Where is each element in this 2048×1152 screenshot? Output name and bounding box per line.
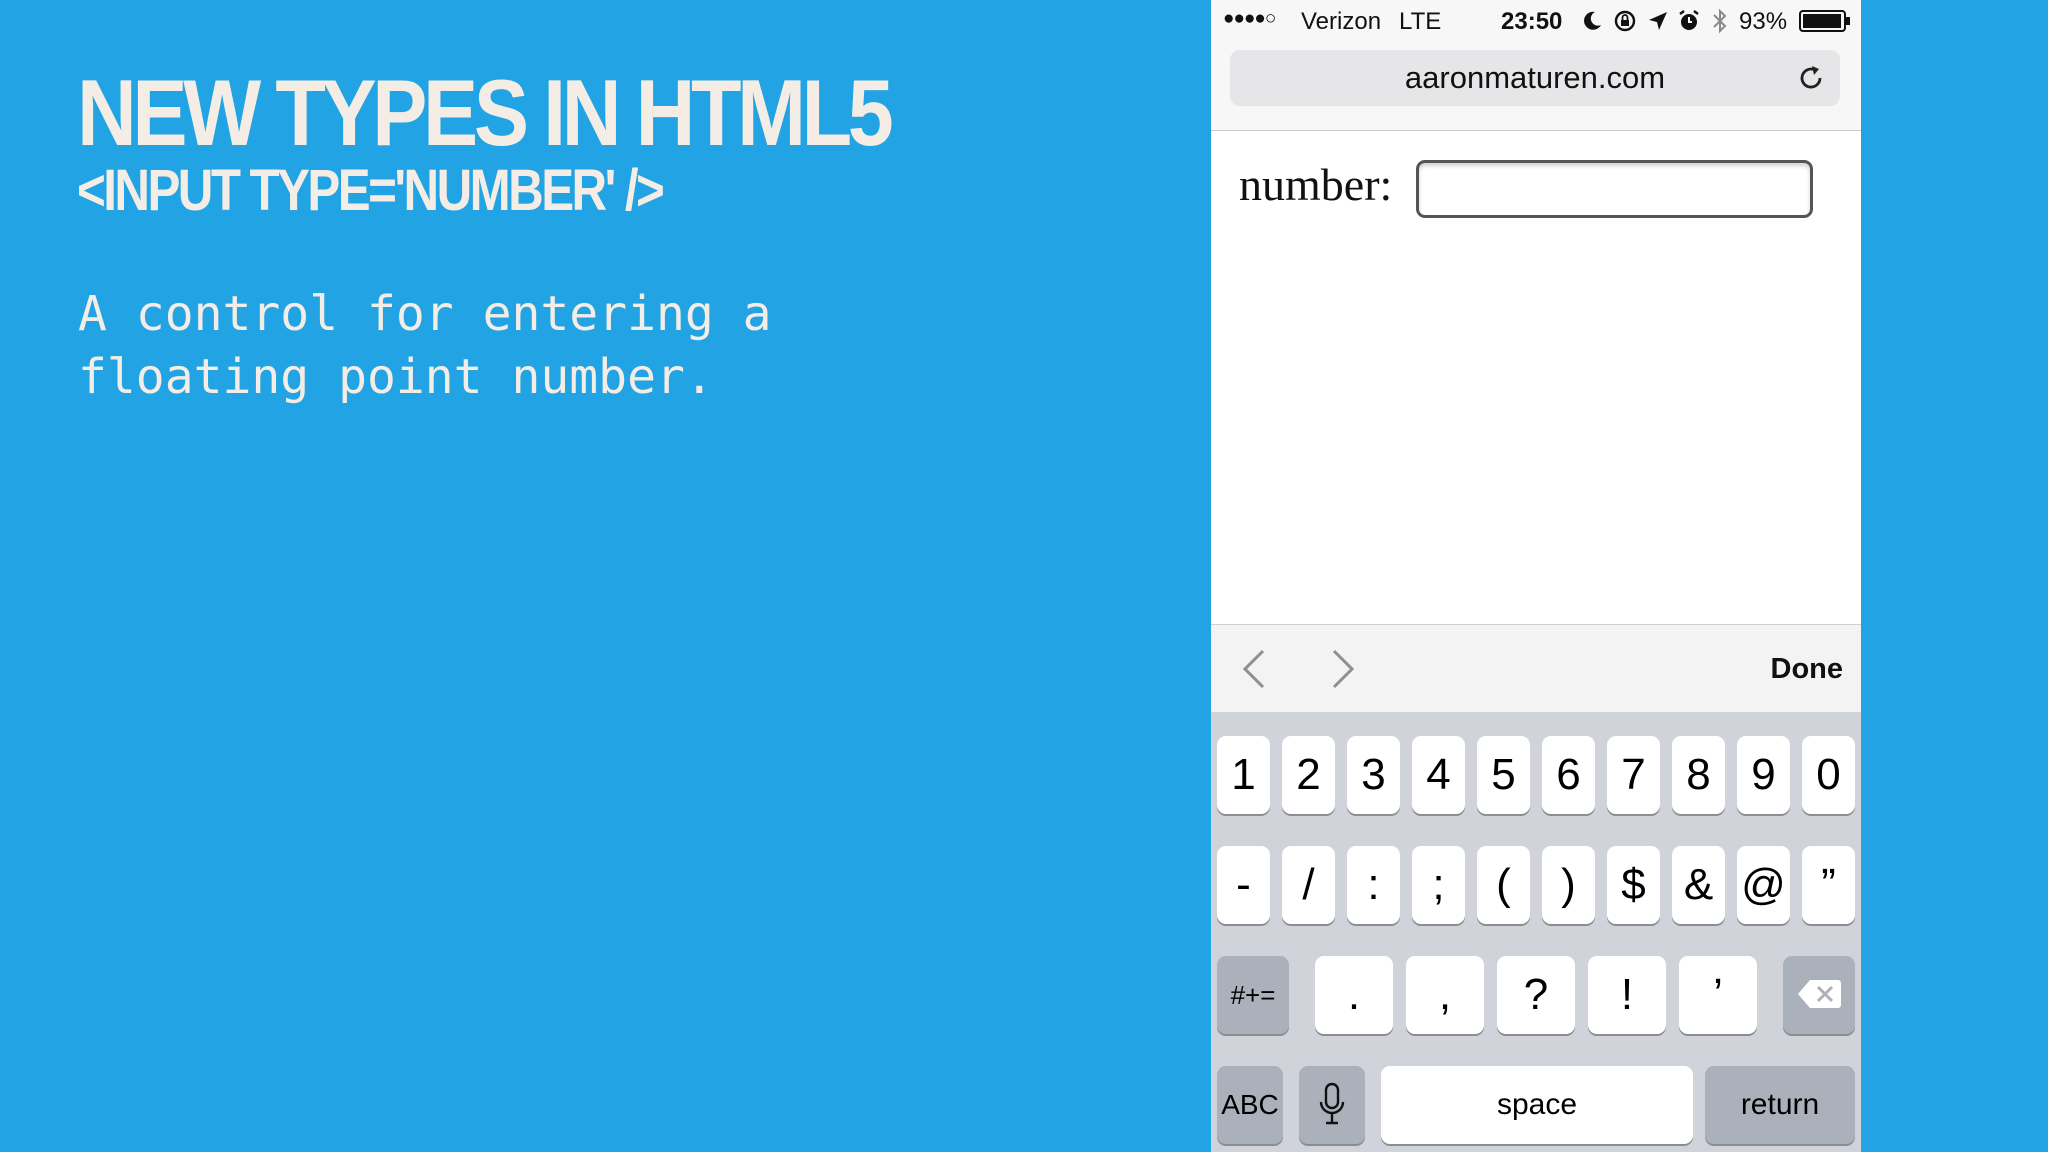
microphone-icon — [1319, 1082, 1345, 1125]
number-label: number: — [1239, 159, 1393, 210]
description-line-2: floating point number. — [78, 349, 714, 405]
description-line-1: A control for entering a — [78, 286, 772, 342]
key-1[interactable]: 1 — [1217, 736, 1270, 814]
key-2[interactable]: 2 — [1282, 736, 1335, 814]
chevron-left-icon[interactable] — [1239, 647, 1269, 691]
key-hyphen[interactable]: - — [1217, 846, 1270, 924]
space-key[interactable]: space — [1381, 1066, 1693, 1144]
status-time: 23:50 — [1501, 8, 1563, 35]
carrier-name: Verizon — [1301, 8, 1382, 35]
key-more-symbols[interactable]: #+= — [1217, 956, 1289, 1034]
key-close-paren[interactable]: ) — [1542, 846, 1595, 924]
key-7[interactable]: 7 — [1607, 736, 1660, 814]
done-button[interactable]: Done — [1771, 625, 1844, 713]
browser-header: ●●●●○ Verizon LTE 23:50 93% aaronmaturen… — [1211, 0, 1861, 131]
key-6[interactable]: 6 — [1542, 736, 1595, 814]
keyboard-accessory-bar: Done — [1211, 624, 1861, 713]
status-bar: ●●●●○ Verizon LTE 23:50 93% — [1211, 0, 1861, 42]
moon-icon — [1584, 11, 1601, 30]
key-9[interactable]: 9 — [1737, 736, 1790, 814]
key-abc[interactable]: ABC — [1217, 1066, 1283, 1144]
dictation-key[interactable] — [1299, 1066, 1365, 1144]
key-comma[interactable]: , — [1406, 956, 1484, 1034]
signal-strength: ●●●●○ — [1223, 8, 1276, 29]
delete-key[interactable] — [1783, 956, 1855, 1034]
chevron-right-icon[interactable] — [1328, 647, 1358, 691]
key-slash[interactable]: / — [1282, 846, 1335, 924]
key-0[interactable]: 0 — [1802, 736, 1855, 814]
location-icon — [1649, 12, 1667, 30]
bluetooth-icon — [1713, 8, 1727, 34]
slide-subtitle: <INPUT TYPE='NUMBER' /> — [77, 158, 665, 223]
slide-description: A control for entering a floating point … — [78, 283, 858, 409]
slide-title: NEW TYPES IN HTML5 — [77, 60, 894, 165]
key-at[interactable]: @ — [1737, 846, 1790, 924]
key-8[interactable]: 8 — [1672, 736, 1725, 814]
key-apostrophe[interactable]: ’ — [1679, 956, 1757, 1034]
key-quote[interactable]: ” — [1802, 846, 1855, 924]
number-input[interactable] — [1416, 160, 1813, 218]
key-4[interactable]: 4 — [1412, 736, 1465, 814]
reload-icon[interactable] — [1796, 63, 1826, 93]
battery-icon — [1799, 10, 1850, 32]
battery-percent: 93% — [1739, 8, 1788, 35]
key-question[interactable]: ? — [1497, 956, 1575, 1034]
key-3[interactable]: 3 — [1347, 736, 1400, 814]
key-dollar[interactable]: $ — [1607, 846, 1660, 924]
address-bar[interactable]: aaronmaturen.com — [1230, 50, 1840, 106]
orientation-lock-icon — [1614, 10, 1636, 32]
key-open-paren[interactable]: ( — [1477, 846, 1530, 924]
alarm-icon — [1679, 10, 1699, 30]
key-5[interactable]: 5 — [1477, 736, 1530, 814]
url-text[interactable]: aaronmaturen.com — [1230, 50, 1840, 106]
return-key[interactable]: return — [1705, 1066, 1855, 1144]
delete-icon — [1798, 980, 1841, 1008]
key-ampersand[interactable]: & — [1672, 846, 1725, 924]
key-semicolon[interactable]: ; — [1412, 846, 1465, 924]
key-exclamation[interactable]: ! — [1588, 956, 1666, 1034]
key-period[interactable]: . — [1315, 956, 1393, 1034]
key-colon[interactable]: : — [1347, 846, 1400, 924]
phone-screen: ●●●●○ Verizon LTE 23:50 93% aaronmaturen… — [1211, 0, 1861, 1152]
network-type: LTE — [1399, 8, 1442, 35]
keyboard: 1 2 3 4 5 6 7 8 9 0 - / : ; ( ) $ & @ ” … — [1211, 712, 1861, 1152]
